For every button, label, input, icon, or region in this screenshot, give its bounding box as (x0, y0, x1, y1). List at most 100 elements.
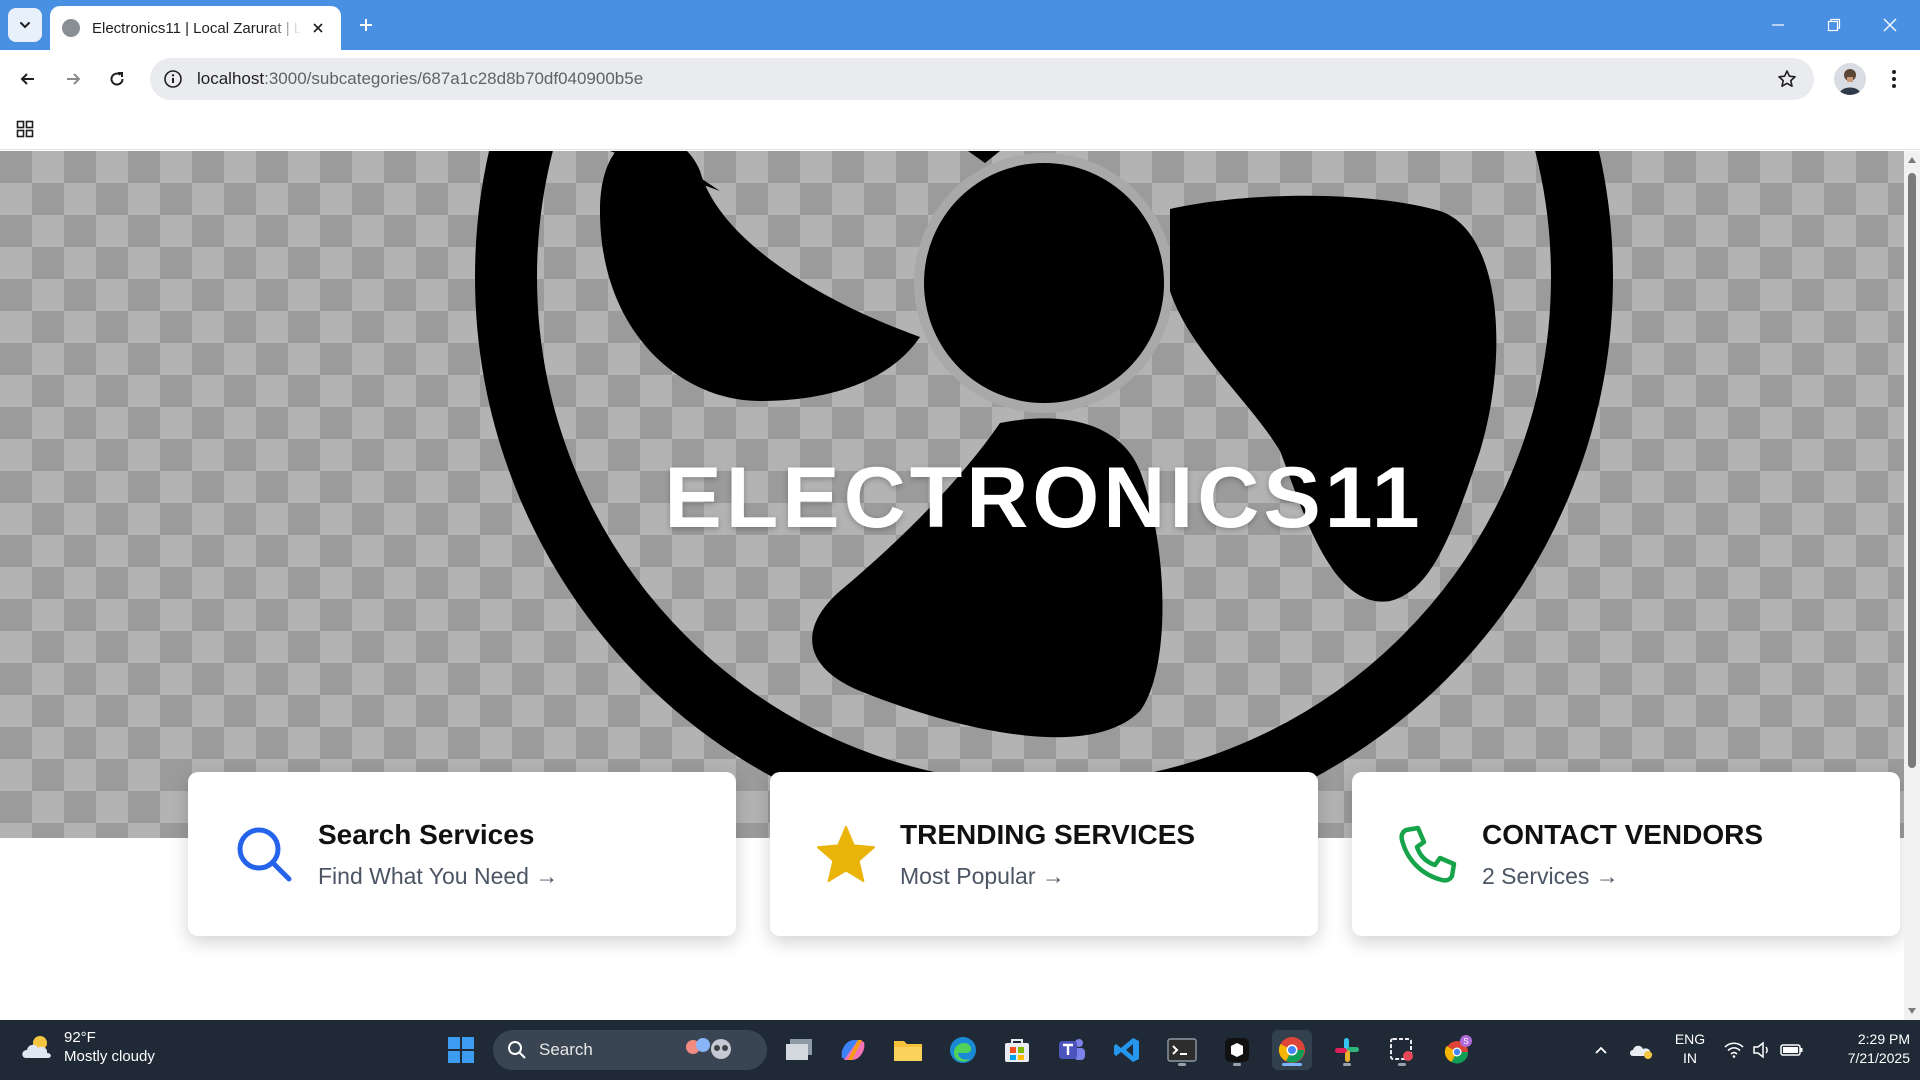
apps-grid-icon (16, 120, 34, 138)
clock-time: 2:29 PM (1857, 1031, 1910, 1047)
taskbar-task-view[interactable] (779, 1030, 819, 1070)
tab-title: Electronics11 | Local Zarurat | Local Za… (92, 19, 301, 37)
url-text: localhost:3000/subcategories/687a1c28d8b… (197, 69, 643, 89)
card-link[interactable]: 2 Services → (1482, 863, 1763, 890)
system-clock[interactable]: 2:29 PM 7/21/2025 (1810, 1030, 1910, 1068)
forward-button[interactable] (56, 62, 90, 96)
scroll-up-arrow-icon[interactable] (1907, 155, 1917, 165)
hero-banner: ELECTRONICS11 (0, 151, 1904, 838)
windows-icon (448, 1037, 474, 1063)
card-text: Search Services Find What You Need → (318, 819, 558, 890)
clock-date: 7/21/2025 (1847, 1050, 1910, 1066)
running-indicator (1282, 1063, 1302, 1066)
bookmarks-bar (0, 108, 1920, 150)
volume-tray[interactable] (1750, 1030, 1774, 1070)
restore-icon (1827, 18, 1841, 32)
taskbar-chrome-profile[interactable]: S (1437, 1030, 1477, 1070)
taskbar-copilot[interactable] (833, 1030, 873, 1070)
scroll-down-arrow-icon[interactable] (1907, 1006, 1917, 1016)
browser-toolbar: localhost:3000/subcategories/687a1c28d8b… (0, 50, 1920, 108)
show-hidden-icons-button[interactable] (1588, 1030, 1614, 1070)
taskbar-search[interactable]: Search (493, 1030, 767, 1070)
search-icon (234, 824, 294, 884)
onedrive-tray[interactable] (1626, 1030, 1656, 1070)
wifi-tray[interactable] (1722, 1030, 1746, 1070)
star-icon (816, 824, 876, 884)
trending-services-card[interactable]: TRENDING SERVICES Most Popular → (770, 772, 1318, 936)
apps-button[interactable] (12, 116, 38, 142)
url-host: localhost (197, 69, 265, 88)
wifi-icon (1724, 1042, 1744, 1058)
taskbar-vscode[interactable] (1107, 1030, 1147, 1070)
weather-widget[interactable]: 92°F Mostly cloudy (20, 1028, 155, 1066)
card-title: CONTACT VENDORS (1482, 818, 1764, 850)
weather-desc: Mostly cloudy (64, 1048, 155, 1065)
task-view-icon (786, 1039, 812, 1060)
taskbar-app-dark[interactable] (1217, 1030, 1257, 1070)
teams-icon (1059, 1039, 1085, 1060)
card-text: TRENDING SERVICES Most Popular → (900, 819, 1195, 890)
reload-button[interactable] (100, 62, 134, 96)
taskbar-snipping[interactable] (1382, 1030, 1422, 1070)
running-indicator (1398, 1063, 1406, 1066)
notification-badge: S (1463, 1037, 1468, 1046)
running-indicator (1178, 1063, 1186, 1066)
profile-avatar[interactable] (1834, 63, 1866, 95)
taskbar-file-explorer[interactable] (888, 1030, 928, 1070)
card-link[interactable]: Find What You Need → (318, 863, 558, 890)
taskbar-edge[interactable] (943, 1030, 983, 1070)
page-scrollbar[interactable] (1904, 151, 1920, 1020)
address-bar[interactable]: localhost:3000/subcategories/687a1c28d8b… (150, 58, 1814, 100)
slack-icon (1335, 1038, 1359, 1062)
search-services-card[interactable]: Search Services Find What You Need → (188, 772, 736, 936)
back-button[interactable] (11, 62, 45, 96)
search-icon (508, 1041, 526, 1059)
more-vert-icon (1892, 70, 1896, 88)
taskbar-search-label: Search (539, 1040, 593, 1059)
battery-icon (1780, 1044, 1803, 1056)
card-title: TRENDING SERVICES (900, 818, 1196, 850)
running-indicator (1343, 1063, 1351, 1066)
page-title: ELECTRONICS11 (664, 450, 1424, 546)
store-icon (1005, 1039, 1029, 1062)
edge-icon (950, 1037, 976, 1063)
taskbar-store[interactable] (997, 1030, 1037, 1070)
tab-bar: Electronics11 | Local Zarurat | Local Za… (0, 0, 1920, 50)
site-info-icon[interactable] (152, 58, 194, 100)
battery-tray[interactable] (1778, 1030, 1806, 1070)
taskbar-teams[interactable] (1052, 1030, 1092, 1070)
language-indicator[interactable]: ENG IN (1670, 1030, 1710, 1068)
chrome-icon (1278, 1037, 1305, 1063)
weather-temp: 92°F (64, 1029, 96, 1046)
vscode-icon (1114, 1038, 1139, 1062)
scroll-thumb[interactable] (1908, 173, 1916, 768)
search-highlight-icon (685, 1038, 731, 1059)
taskbar-slack[interactable] (1327, 1030, 1367, 1070)
onedrive-icon (1630, 1045, 1653, 1059)
card-link[interactable]: Most Popular → (900, 863, 1195, 890)
browser-menu-button[interactable] (1880, 63, 1908, 95)
taskbar-terminal[interactable] (1162, 1030, 1202, 1070)
restore-button[interactable] (1806, 0, 1862, 50)
bookmark-star-icon[interactable] (1774, 66, 1800, 92)
plus-icon (360, 19, 372, 31)
folder-icon (894, 1041, 922, 1061)
minimize-button[interactable] (1750, 0, 1806, 50)
chrome-icon: S (1444, 1035, 1472, 1064)
start-button[interactable] (441, 1030, 481, 1070)
language-region: IN (1683, 1050, 1697, 1066)
copilot-icon (841, 1040, 865, 1060)
reload-icon (110, 72, 124, 86)
close-window-button[interactable] (1862, 0, 1918, 50)
url-path: :3000/subcategories/687a1c28d8b70df04090… (264, 69, 644, 88)
taskbar-chrome-active[interactable] (1272, 1030, 1312, 1070)
browser-tab[interactable]: Electronics11 | Local Zarurat | Local Za… (50, 6, 341, 50)
arrow-right-icon (67, 73, 81, 85)
contact-vendors-card[interactable]: CONTACT VENDORS 2 Services → (1352, 772, 1900, 936)
new-tab-button[interactable] (353, 12, 379, 38)
tab-search-button[interactable] (8, 8, 42, 42)
running-indicator (1233, 1063, 1241, 1066)
screen: Electronics11 | Local Zarurat | Local Za… (0, 0, 1920, 1080)
language-code: ENG (1674, 1031, 1706, 1047)
tab-close-button[interactable] (307, 17, 329, 39)
